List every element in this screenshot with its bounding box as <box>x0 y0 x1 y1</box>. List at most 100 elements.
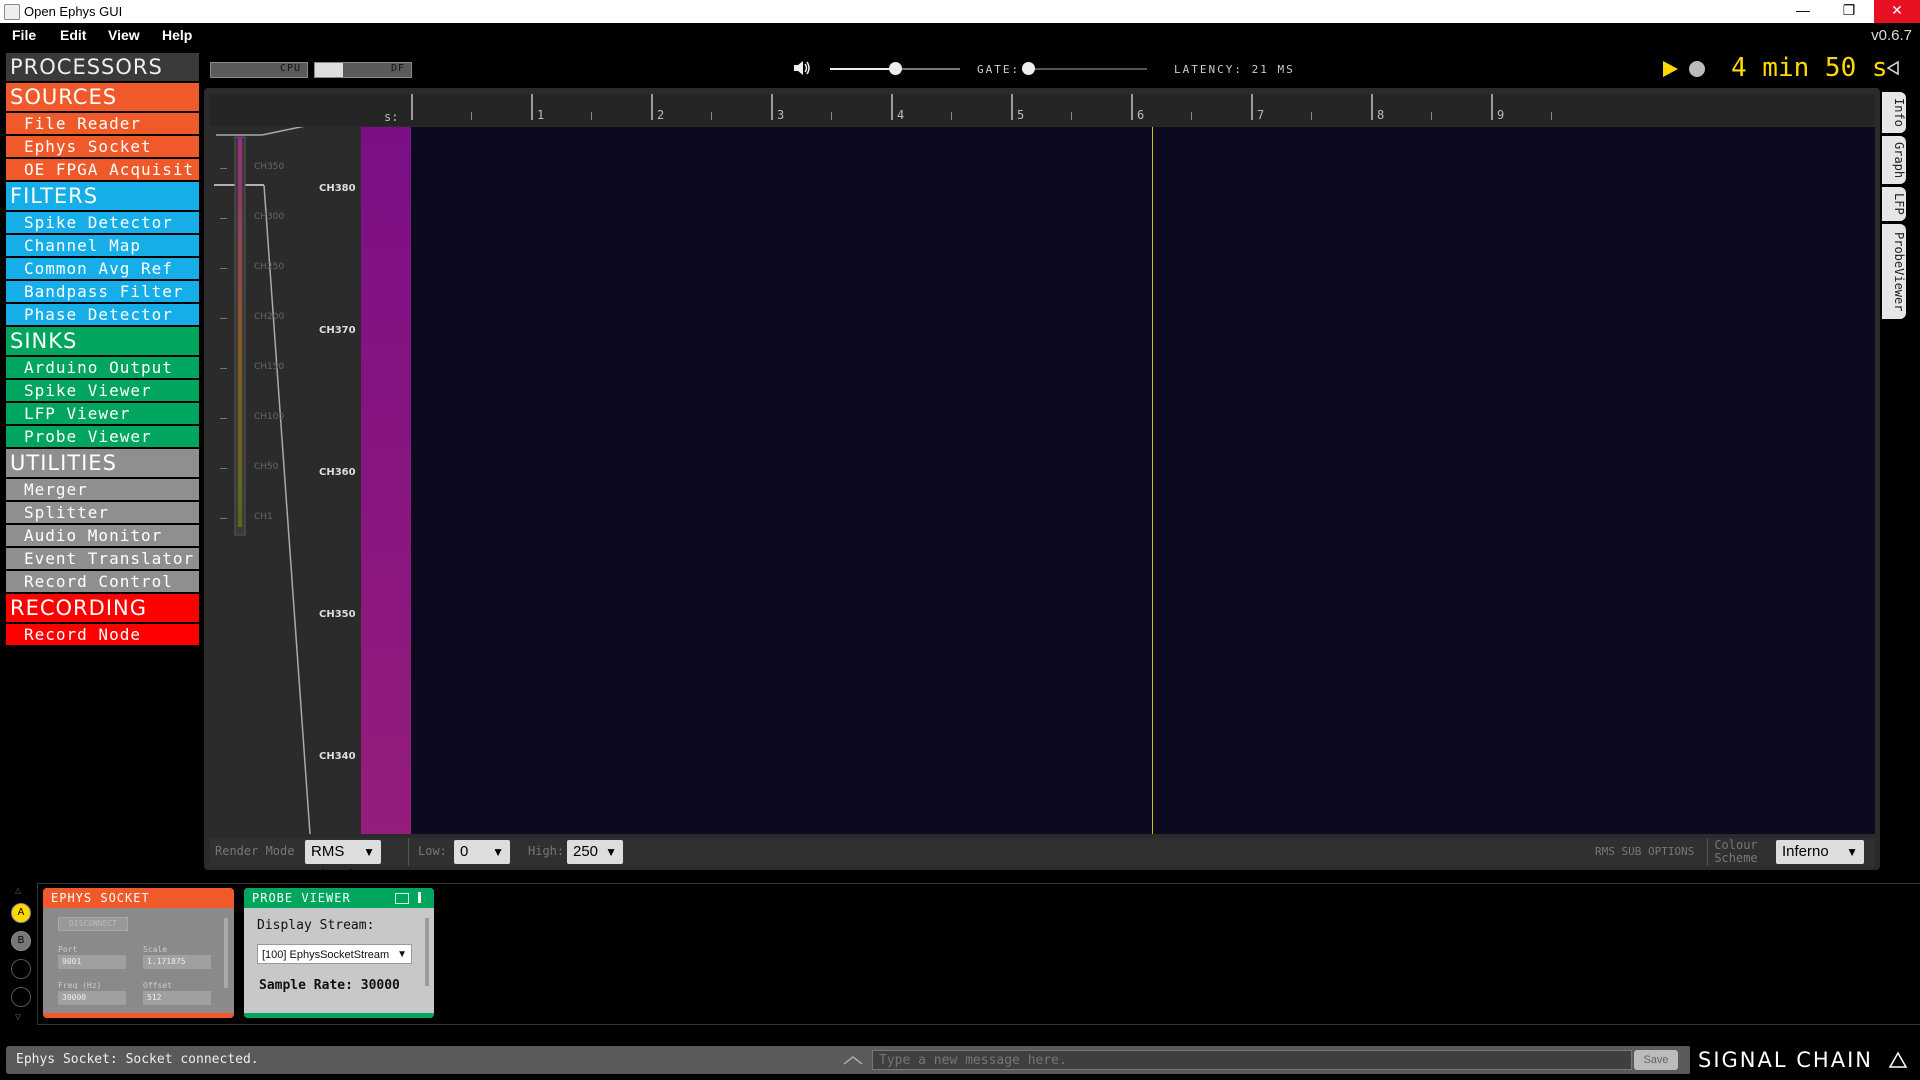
chevron-up-icon[interactable] <box>842 1054 864 1066</box>
app-icon <box>4 4 20 20</box>
ephys-socket-title[interactable]: EPHYS SOCKET <box>43 888 234 908</box>
menu-view[interactable]: View <box>108 27 140 43</box>
channel-strip <box>361 127 411 834</box>
speaker-icon[interactable] <box>792 59 812 77</box>
processor-item-record-control[interactable]: Record Control <box>6 571 199 592</box>
time-unit-label: s: <box>384 110 399 124</box>
ruler-major-tick <box>1371 94 1373 120</box>
section-sinks[interactable]: SINKS <box>6 327 199 355</box>
minimize-button[interactable]: — <box>1780 0 1826 23</box>
processor-item-oe-fpga-acquisit[interactable]: OE FPGA Acquisit <box>6 159 199 180</box>
processor-item-channel-map[interactable]: Channel Map <box>6 235 199 256</box>
section-utilities[interactable]: UTILITIES <box>6 449 199 477</box>
editor-scrollbar[interactable] <box>224 918 228 988</box>
render-mode-dropdown[interactable]: RMS Signal ▼ <box>305 840 381 884</box>
processor-item-ephys-socket[interactable]: Ephys Socket <box>6 136 199 157</box>
high-label: High: <box>528 844 565 858</box>
probe-channel-label: CH350 <box>254 162 285 172</box>
processor-item-file-reader[interactable]: File Reader <box>6 113 199 134</box>
ruler-minor-tick <box>1191 112 1192 120</box>
signal-chain-toggle[interactable]: SIGNAL CHAIN <box>1690 1041 1920 1080</box>
gate-slider-thumb[interactable] <box>1022 62 1035 75</box>
stream-button[interactable] <box>11 959 31 979</box>
processor-item-audio-monitor[interactable]: Audio Monitor <box>6 525 199 546</box>
probe-channel-label: CH250 <box>254 262 285 272</box>
play-icon[interactable] <box>1660 59 1680 79</box>
port-field[interactable]: 9001 <box>58 955 126 969</box>
processor-item-bandpass-filter[interactable]: Bandpass Filter <box>6 281 199 302</box>
processor-item-phase-detector[interactable]: Phase Detector <box>6 304 199 325</box>
menu-edit[interactable]: Edit <box>60 27 86 43</box>
record-icon[interactable] <box>1689 61 1705 77</box>
close-button[interactable]: ✕ <box>1874 0 1920 23</box>
processor-item-record-node[interactable]: Record Node <box>6 624 199 645</box>
ruler-tick-label: 1 <box>537 108 545 122</box>
high-dropdown[interactable]: 250 ▼ <box>567 840 623 864</box>
volume-slider[interactable] <box>830 62 960 75</box>
processor-item-merger[interactable]: Merger <box>6 479 199 500</box>
disconnect-button[interactable]: DISCONNECT <box>58 917 128 931</box>
ruler-tick-label: 4 <box>897 108 905 122</box>
ruler-major-tick <box>771 94 773 120</box>
volume-slider-thumb[interactable] <box>889 62 902 75</box>
colour-scheme-dropdown[interactable]: Inferno ▼ <box>1776 840 1864 864</box>
signal-chain-label: SIGNAL CHAIN <box>1698 1048 1873 1072</box>
tab-graph[interactable]: Graph <box>1882 135 1906 185</box>
processor-item-splitter[interactable]: Splitter <box>6 502 199 523</box>
collapse-arrow-icon[interactable] <box>1886 60 1900 76</box>
probe-channel-label: CH150 <box>254 362 285 372</box>
stream-button[interactable] <box>11 987 31 1007</box>
scale-field[interactable]: 1.171875 <box>143 955 211 969</box>
tab-lfp[interactable]: LFP <box>1882 187 1906 221</box>
ruler-minor-tick <box>1551 112 1552 120</box>
channel-label: CH370 <box>319 325 356 336</box>
render-mode-value: RMS Signal <box>311 843 353 884</box>
processor-item-lfp-viewer[interactable]: LFP Viewer <box>6 403 199 424</box>
freq-field[interactable]: 30000 <box>58 991 126 1005</box>
processor-item-event-translator[interactable]: Event Translator <box>6 548 199 569</box>
tab-toggle-icon[interactable] <box>418 892 421 903</box>
clock-display[interactable]: 4 min 50 s <box>1731 53 1888 83</box>
chevron-down-icon: ▼ <box>1846 845 1858 859</box>
render-mode-label: Render Mode <box>215 844 295 858</box>
low-value: 0 <box>460 843 469 860</box>
processor-item-arduino-output[interactable]: Arduino Output <box>6 357 199 378</box>
offset-label: Offset <box>143 981 172 990</box>
freq-label: Freq (Hz) <box>58 981 102 990</box>
offset-field[interactable]: 512 <box>143 991 211 1005</box>
editor-scrollbar[interactable] <box>425 918 429 986</box>
message-input[interactable] <box>872 1050 1632 1070</box>
chevron-down-icon: ▼ <box>363 845 375 859</box>
display-stream-dropdown[interactable]: [100] EphysSocketStream ▼ <box>257 944 412 964</box>
scroll-up-arrow-icon[interactable]: △ <box>15 885 21 896</box>
colour-scheme-value: Inferno <box>1782 843 1829 860</box>
restore-button[interactable]: ❐ <box>1826 0 1872 23</box>
probe-tick <box>220 368 227 369</box>
tab-probeviewer[interactable]: ProbeViewer <box>1882 223 1906 320</box>
section-sources[interactable]: SOURCES <box>6 83 199 111</box>
processor-item-spike-viewer[interactable]: Spike Viewer <box>6 380 199 401</box>
section-filters[interactable]: FILTERS <box>6 182 199 210</box>
ruler-major-tick <box>1251 94 1253 120</box>
section-recording[interactable]: RECORDING <box>6 594 199 622</box>
ruler-minor-tick <box>951 112 952 120</box>
processor-item-probe-viewer[interactable]: Probe Viewer <box>6 426 199 447</box>
ruler-minor-tick <box>591 112 592 120</box>
window-icon[interactable] <box>395 893 409 904</box>
ruler-minor-tick <box>711 112 712 120</box>
stream-button[interactable]: B <box>11 931 31 951</box>
processor-item-common-avg-ref[interactable]: Common Avg Ref <box>6 258 199 279</box>
tab-info[interactable]: Info <box>1882 92 1906 133</box>
processor-item-spike-detector[interactable]: Spike Detector <box>6 212 199 233</box>
probe-schematic[interactable]: CH350 CH300 CH250 CH200 CH150 CH100 CH50 CH1 <box>210 127 360 834</box>
menu-help[interactable]: Help <box>162 27 192 43</box>
display-stream-value: [100] EphysSocketStream <box>262 949 390 961</box>
window-title: Open Ephys GUI <box>24 4 123 19</box>
scroll-down-arrow-icon[interactable]: ▽ <box>15 1012 21 1023</box>
rms-signal-display[interactable] <box>411 127 1875 834</box>
low-dropdown[interactable]: 0 ▼ <box>454 840 510 864</box>
stream-button[interactable]: A <box>11 903 31 923</box>
save-button[interactable]: Save <box>1634 1050 1678 1070</box>
gate-slider[interactable] <box>1022 62 1147 75</box>
menu-file[interactable]: File <box>12 27 36 43</box>
